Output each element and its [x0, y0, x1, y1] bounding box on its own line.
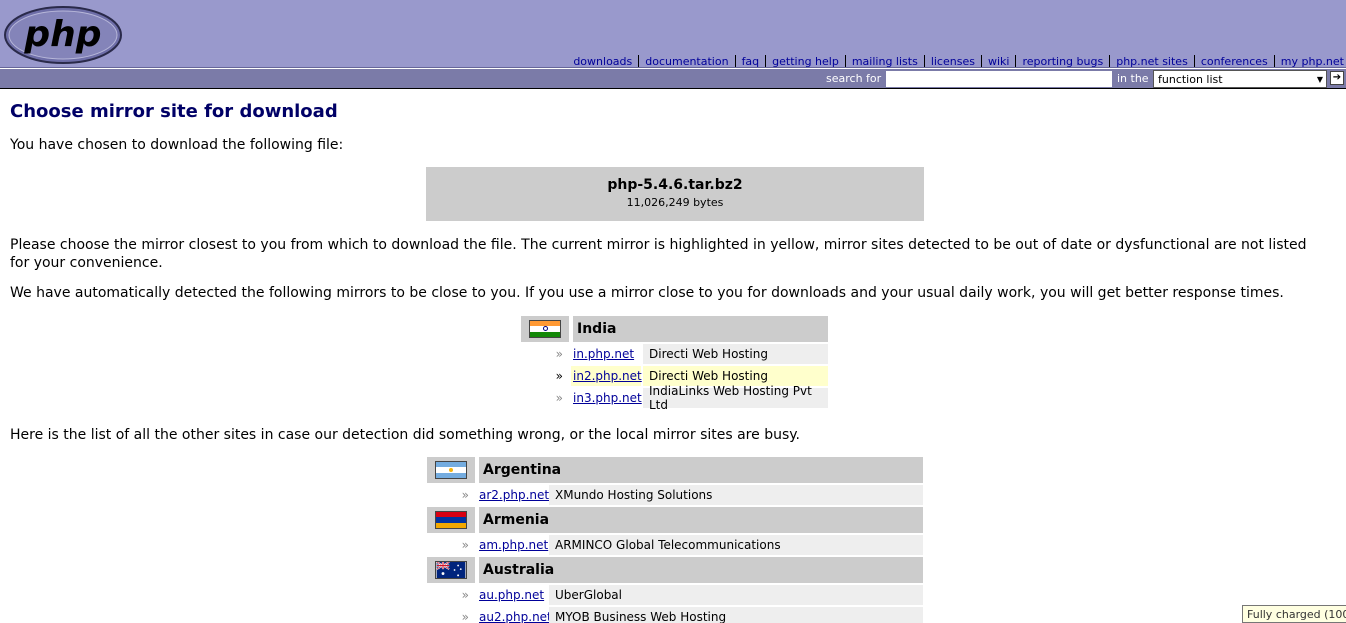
mirror-link[interactable]: in.php.net [573, 347, 634, 361]
nav-reporting-bugs[interactable]: reporting bugs [1016, 55, 1109, 68]
mirror-link[interactable]: ar2.php.net [479, 488, 549, 502]
country-name: Australia [479, 557, 923, 583]
search-bar: search for in the function list ▼ ➔ [0, 69, 1346, 89]
mirror-provider: ARMINCO Global Telecommunications [549, 535, 923, 555]
page-title: Choose mirror site for download [10, 101, 338, 122]
country-name: India [573, 316, 828, 342]
arrow-icon: » [461, 588, 469, 602]
search-scope-select[interactable]: function list ▼ [1153, 70, 1327, 88]
chevron-down-icon: ▼ [1316, 75, 1323, 84]
country-header: India [521, 316, 828, 342]
mirror-row: » am.php.net ARMINCO Global Telecommunic… [427, 535, 923, 555]
logo-text: php [23, 14, 101, 55]
battery-tooltip: Fully charged (100%) [1242, 605, 1346, 623]
file-size: 11,026,249 bytes [626, 196, 724, 209]
nav-getting-help[interactable]: getting help [766, 55, 845, 68]
mirror-provider: IndiaLinks Web Hosting Pvt Ltd [643, 384, 828, 412]
country-header: Argentina [427, 457, 923, 483]
mirror-row: » au.php.net UberGlobal [427, 585, 923, 605]
search-go-button[interactable]: ➔ [1330, 71, 1344, 85]
nav-wiki[interactable]: wiki [982, 55, 1015, 68]
search-input[interactable] [885, 70, 1113, 88]
mirror-row: » in3.php.net IndiaLinks Web Hosting Pvt… [521, 384, 828, 412]
mirror-row: » ar2.php.net XMundo Hosting Solutions [427, 485, 923, 505]
country-header: Armenia [427, 507, 923, 533]
nav-my-php-net[interactable]: my php.net [1275, 55, 1344, 68]
arrow-right-icon: ➔ [1332, 72, 1342, 83]
arrow-icon: » [555, 369, 563, 383]
choose-mirror-text: Please choose the mirror closest to you … [10, 237, 1307, 271]
arrow-icon: » [461, 538, 469, 552]
mirror-provider: XMundo Hosting Solutions [549, 485, 923, 505]
nav-faq[interactable]: faq [736, 55, 766, 68]
flag-cell [427, 557, 475, 583]
mirror-link[interactable]: in3.php.net [573, 391, 642, 405]
detected-mirrors-text: We have automatically detected the follo… [10, 285, 1284, 301]
nav-php-net-sites[interactable]: php.net sites [1110, 55, 1194, 68]
arrow-icon: » [555, 391, 563, 405]
armenia-flag-icon [435, 511, 467, 529]
detected-mirrors-table: India » in.php.net Directi Web Hosting »… [521, 316, 828, 412]
flag-cell [427, 457, 475, 483]
mirror-provider: MYOB Business Web Hosting [549, 607, 923, 623]
intro-text: You have chosen to download the followin… [10, 137, 344, 153]
nav-downloads[interactable]: downloads [567, 55, 638, 68]
mirror-row-current: » in2.php.net Directi Web Hosting [521, 366, 828, 386]
argentina-flag-icon [435, 461, 467, 479]
arrow-icon: » [461, 610, 469, 623]
search-scope-label: in the [1117, 72, 1149, 85]
mirror-link[interactable]: in2.php.net [573, 369, 642, 383]
flag-cell [521, 316, 569, 342]
mirror-link[interactable]: au2.php.net [479, 610, 552, 623]
mirror-provider: Directi Web Hosting [643, 344, 828, 364]
search-scope-value: function list [1158, 73, 1223, 86]
arrow-icon: » [555, 347, 563, 361]
search-label: search for [826, 72, 882, 85]
other-mirrors-table: Argentina » ar2.php.net XMundo Hosting S… [427, 457, 923, 623]
site-header: php downloads documentation faq getting … [0, 0, 1346, 68]
mirror-provider: Directi Web Hosting [643, 366, 828, 386]
country-name: Argentina [479, 457, 923, 483]
php-logo[interactable]: php [3, 4, 123, 65]
arrow-icon: » [461, 488, 469, 502]
country-header: Australia [427, 557, 923, 583]
mirror-row: » au2.php.net MYOB Business Web Hosting [427, 607, 923, 623]
india-flag-icon [529, 320, 561, 338]
mirror-provider: UberGlobal [549, 585, 923, 605]
nav-licenses[interactable]: licenses [925, 55, 981, 68]
mirror-row: » in.php.net Directi Web Hosting [521, 344, 828, 364]
file-info-box: php-5.4.6.tar.bz2 11,026,249 bytes [426, 167, 924, 221]
mirror-link[interactable]: am.php.net [479, 538, 548, 552]
nav-conferences[interactable]: conferences [1195, 55, 1274, 68]
flag-cell [427, 507, 475, 533]
top-navigation: downloads documentation faq getting help… [567, 54, 1344, 68]
australia-flag-icon [435, 561, 467, 579]
mirror-link[interactable]: au.php.net [479, 588, 544, 602]
nav-mailing-lists[interactable]: mailing lists [846, 55, 924, 68]
nav-documentation[interactable]: documentation [639, 55, 734, 68]
country-name: Armenia [479, 507, 923, 533]
other-mirrors-text: Here is the list of all the other sites … [10, 427, 800, 443]
file-name: php-5.4.6.tar.bz2 [607, 177, 743, 193]
